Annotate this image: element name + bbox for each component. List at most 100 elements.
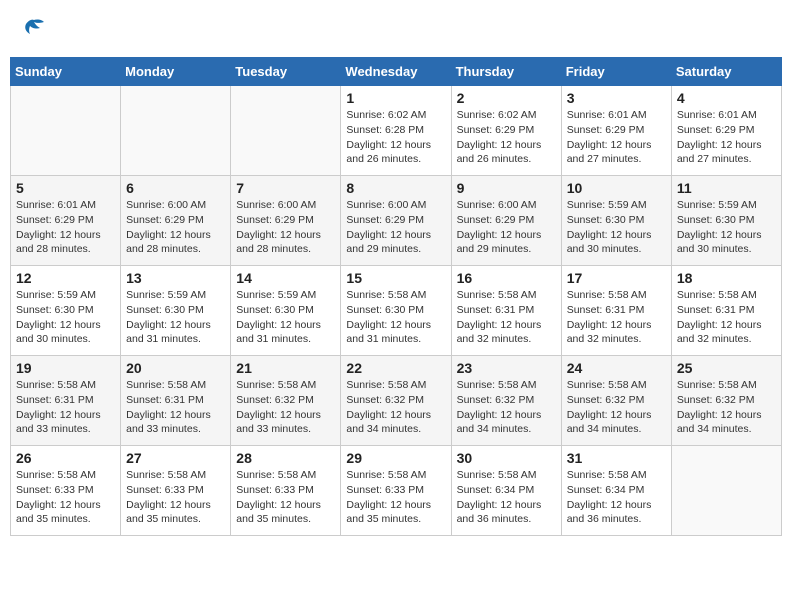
day-number: 8: [346, 180, 445, 196]
day-info: Sunrise: 5:59 AM Sunset: 6:30 PM Dayligh…: [236, 288, 335, 347]
calendar-cell: 21 Sunrise: 5:58 AM Sunset: 6:32 PM Dayli…: [231, 356, 341, 446]
day-info: Sunrise: 5:58 AM Sunset: 6:31 PM Dayligh…: [126, 378, 225, 437]
day-number: 9: [457, 180, 556, 196]
calendar-cell: 1 Sunrise: 6:02 AM Sunset: 6:28 PM Daylig…: [341, 86, 451, 176]
day-info: Sunrise: 5:58 AM Sunset: 6:31 PM Dayligh…: [567, 288, 666, 347]
calendar-cell: [671, 446, 781, 536]
calendar-cell: 18 Sunrise: 5:58 AM Sunset: 6:31 PM Dayli…: [671, 266, 781, 356]
calendar-cell: 9 Sunrise: 6:00 AM Sunset: 6:29 PM Daylig…: [451, 176, 561, 266]
day-info: Sunrise: 5:58 AM Sunset: 6:31 PM Dayligh…: [16, 378, 115, 437]
day-number: 3: [567, 90, 666, 106]
page-header: [10, 10, 782, 49]
calendar-cell: 2 Sunrise: 6:02 AM Sunset: 6:29 PM Daylig…: [451, 86, 561, 176]
calendar-cell: 26 Sunrise: 5:58 AM Sunset: 6:33 PM Dayli…: [11, 446, 121, 536]
calendar-cell: 31 Sunrise: 5:58 AM Sunset: 6:34 PM Dayli…: [561, 446, 671, 536]
day-info: Sunrise: 5:58 AM Sunset: 6:32 PM Dayligh…: [677, 378, 776, 437]
day-info: Sunrise: 5:58 AM Sunset: 6:33 PM Dayligh…: [16, 468, 115, 527]
calendar-cell: 27 Sunrise: 5:58 AM Sunset: 6:33 PM Dayli…: [121, 446, 231, 536]
calendar-cell: [11, 86, 121, 176]
weekday-header-monday: Monday: [121, 58, 231, 86]
day-number: 13: [126, 270, 225, 286]
weekday-header-friday: Friday: [561, 58, 671, 86]
calendar-cell: 12 Sunrise: 5:59 AM Sunset: 6:30 PM Dayli…: [11, 266, 121, 356]
day-info: Sunrise: 5:58 AM Sunset: 6:32 PM Dayligh…: [236, 378, 335, 437]
calendar-cell: 10 Sunrise: 5:59 AM Sunset: 6:30 PM Dayli…: [561, 176, 671, 266]
day-number: 16: [457, 270, 556, 286]
calendar-cell: 25Sunrise: 5:58 AM Sunset: 6:32 PM Dayli…: [671, 356, 781, 446]
day-number: 23: [457, 360, 556, 376]
weekday-header-tuesday: Tuesday: [231, 58, 341, 86]
calendar-cell: 11 Sunrise: 5:59 AM Sunset: 6:30 PM Dayli…: [671, 176, 781, 266]
calendar-cell: 3 Sunrise: 6:01 AM Sunset: 6:29 PM Daylig…: [561, 86, 671, 176]
calendar-week-4: 19 Sunrise: 5:58 AM Sunset: 6:31 PM Dayli…: [11, 356, 782, 446]
day-number: 10: [567, 180, 666, 196]
day-number: 27: [126, 450, 225, 466]
day-number: 2: [457, 90, 556, 106]
calendar-cell: 17 Sunrise: 5:58 AM Sunset: 6:31 PM Dayli…: [561, 266, 671, 356]
calendar-cell: 5Sunrise: 6:01 AM Sunset: 6:29 PM Daylig…: [11, 176, 121, 266]
day-number: 28: [236, 450, 335, 466]
day-info: Sunrise: 5:58 AM Sunset: 6:34 PM Dayligh…: [567, 468, 666, 527]
day-number: 21: [236, 360, 335, 376]
day-number: 12: [16, 270, 115, 286]
calendar-cell: 19 Sunrise: 5:58 AM Sunset: 6:31 PM Dayli…: [11, 356, 121, 446]
calendar-cell: 6Sunrise: 6:00 AM Sunset: 6:29 PM Daylig…: [121, 176, 231, 266]
day-info: Sunrise: 5:59 AM Sunset: 6:30 PM Dayligh…: [16, 288, 115, 347]
calendar-cell: 22Sunrise: 5:58 AM Sunset: 6:32 PM Dayli…: [341, 356, 451, 446]
calendar-cell: 16 Sunrise: 5:58 AM Sunset: 6:31 PM Dayli…: [451, 266, 561, 356]
weekday-header-thursday: Thursday: [451, 58, 561, 86]
weekday-header-wednesday: Wednesday: [341, 58, 451, 86]
calendar-cell: 8Sunrise: 6:00 AM Sunset: 6:29 PM Daylig…: [341, 176, 451, 266]
day-info: Sunrise: 5:58 AM Sunset: 6:32 PM Dayligh…: [457, 378, 556, 437]
day-info: Sunrise: 5:59 AM Sunset: 6:30 PM Dayligh…: [677, 198, 776, 257]
day-number: 20: [126, 360, 225, 376]
day-number: 4: [677, 90, 776, 106]
day-number: 17: [567, 270, 666, 286]
day-info: Sunrise: 6:01 AM Sunset: 6:29 PM Dayligh…: [16, 198, 115, 257]
day-info: Sunrise: 6:02 AM Sunset: 6:28 PM Dayligh…: [346, 108, 445, 167]
day-number: 29: [346, 450, 445, 466]
day-info: Sunrise: 6:02 AM Sunset: 6:29 PM Dayligh…: [457, 108, 556, 167]
day-number: 18: [677, 270, 776, 286]
day-info: Sunrise: 5:59 AM Sunset: 6:30 PM Dayligh…: [126, 288, 225, 347]
calendar-cell: 20 Sunrise: 5:58 AM Sunset: 6:31 PM Dayli…: [121, 356, 231, 446]
calendar-cell: 15Sunrise: 5:58 AM Sunset: 6:30 PM Dayli…: [341, 266, 451, 356]
day-info: Sunrise: 5:58 AM Sunset: 6:34 PM Dayligh…: [457, 468, 556, 527]
calendar-cell: 23 Sunrise: 5:58 AM Sunset: 6:32 PM Dayli…: [451, 356, 561, 446]
calendar-cell: [231, 86, 341, 176]
weekday-header-row: SundayMondayTuesdayWednesdayThursdayFrid…: [11, 58, 782, 86]
calendar-cell: 30Sunrise: 5:58 AM Sunset: 6:34 PM Dayli…: [451, 446, 561, 536]
calendar-week-1: 1 Sunrise: 6:02 AM Sunset: 6:28 PM Daylig…: [11, 86, 782, 176]
calendar-cell: 28 Sunrise: 5:58 AM Sunset: 6:33 PM Dayli…: [231, 446, 341, 536]
weekday-header-saturday: Saturday: [671, 58, 781, 86]
day-info: Sunrise: 5:58 AM Sunset: 6:31 PM Dayligh…: [677, 288, 776, 347]
calendar-cell: [121, 86, 231, 176]
day-info: Sunrise: 6:00 AM Sunset: 6:29 PM Dayligh…: [457, 198, 556, 257]
day-number: 31: [567, 450, 666, 466]
day-number: 22: [346, 360, 445, 376]
calendar-week-2: 5Sunrise: 6:01 AM Sunset: 6:29 PM Daylig…: [11, 176, 782, 266]
day-info: Sunrise: 5:58 AM Sunset: 6:30 PM Dayligh…: [346, 288, 445, 347]
day-info: Sunrise: 5:58 AM Sunset: 6:33 PM Dayligh…: [236, 468, 335, 527]
day-info: Sunrise: 6:00 AM Sunset: 6:29 PM Dayligh…: [236, 198, 335, 257]
weekday-header-sunday: Sunday: [11, 58, 121, 86]
day-number: 11: [677, 180, 776, 196]
calendar-cell: 29Sunrise: 5:58 AM Sunset: 6:33 PM Dayli…: [341, 446, 451, 536]
day-number: 1: [346, 90, 445, 106]
day-number: 7: [236, 180, 335, 196]
calendar-week-3: 12 Sunrise: 5:59 AM Sunset: 6:30 PM Dayli…: [11, 266, 782, 356]
day-number: 26: [16, 450, 115, 466]
day-info: Sunrise: 6:01 AM Sunset: 6:29 PM Dayligh…: [567, 108, 666, 167]
logo-bird-icon: [20, 14, 48, 47]
logo: [18, 14, 48, 45]
day-info: Sunrise: 5:58 AM Sunset: 6:31 PM Dayligh…: [457, 288, 556, 347]
calendar-table: SundayMondayTuesdayWednesdayThursdayFrid…: [10, 57, 782, 536]
day-info: Sunrise: 5:58 AM Sunset: 6:33 PM Dayligh…: [126, 468, 225, 527]
day-info: Sunrise: 5:59 AM Sunset: 6:30 PM Dayligh…: [567, 198, 666, 257]
calendar-cell: 24Sunrise: 5:58 AM Sunset: 6:32 PM Dayli…: [561, 356, 671, 446]
calendar-cell: 7 Sunrise: 6:00 AM Sunset: 6:29 PM Daylig…: [231, 176, 341, 266]
calendar-cell: 14Sunrise: 5:59 AM Sunset: 6:30 PM Dayli…: [231, 266, 341, 356]
day-number: 19: [16, 360, 115, 376]
calendar-cell: 4Sunrise: 6:01 AM Sunset: 6:29 PM Daylig…: [671, 86, 781, 176]
day-number: 24: [567, 360, 666, 376]
